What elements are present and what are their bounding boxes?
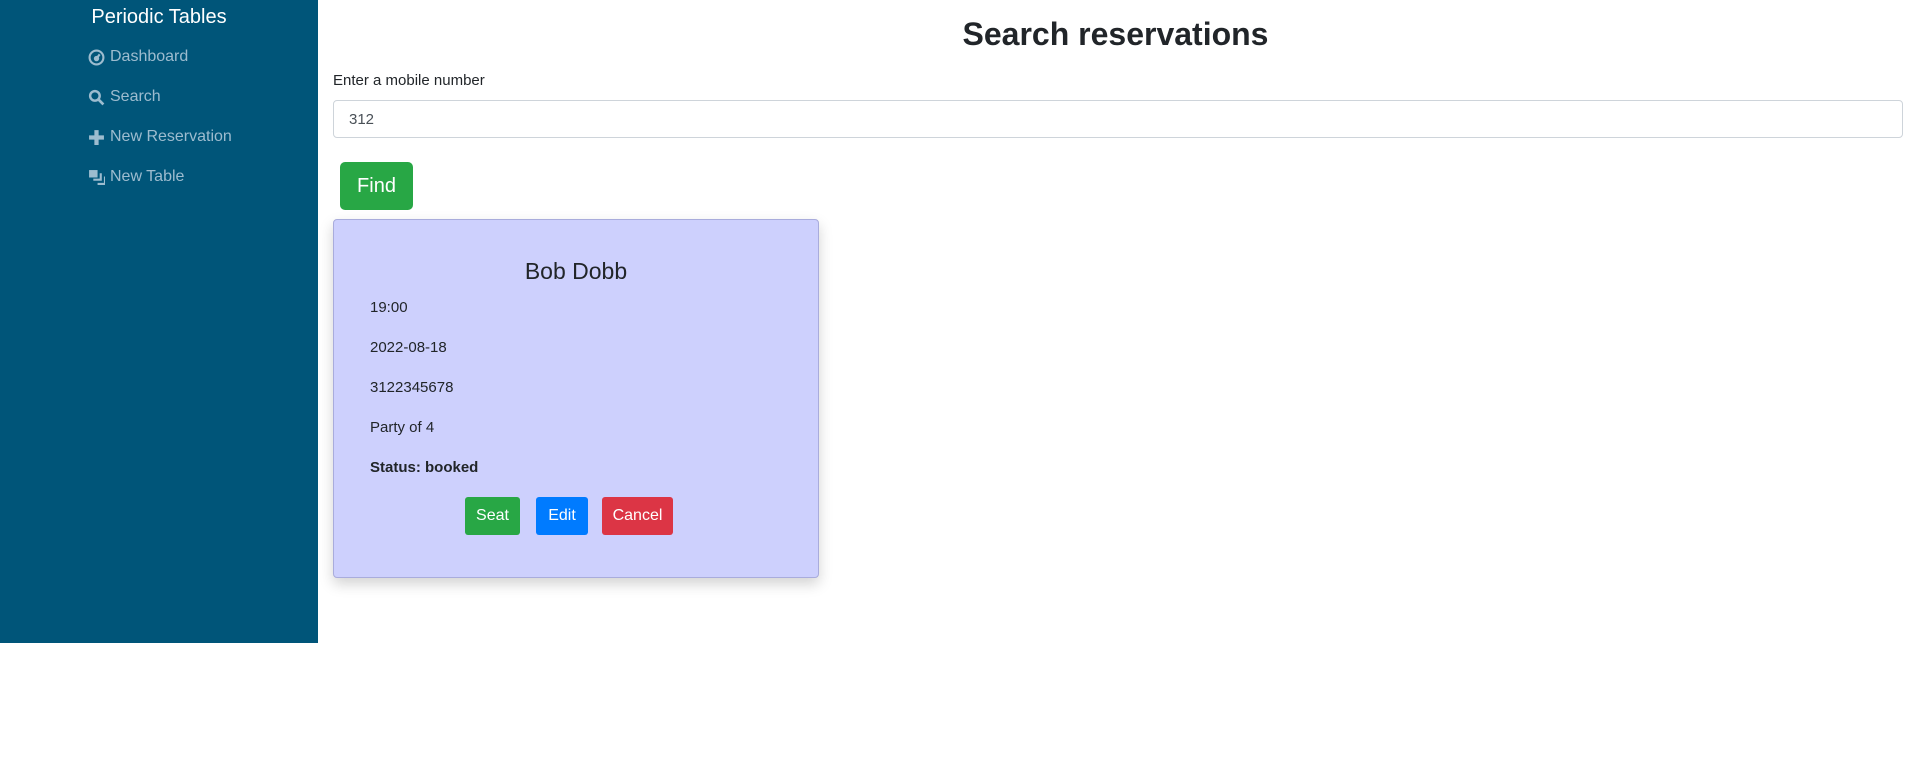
reservation-date: 2022-08-18 — [370, 339, 447, 356]
mobile-number-input[interactable] — [333, 100, 1903, 138]
sidebar: Periodic Tables Dashboard Search New Res… — [0, 0, 318, 643]
reservation-name: Bob Dobb — [524, 258, 628, 284]
cancel-button[interactable]: Cancel — [602, 497, 673, 535]
reservation-time: 19:00 — [370, 299, 408, 316]
sidebar-item-search[interactable]: Search — [88, 88, 161, 106]
reservation-mobile: 3122345678 — [370, 379, 454, 396]
sidebar-item-dashboard[interactable]: Dashboard — [88, 48, 188, 66]
sidebar-item-new-reservation[interactable]: New Reservation — [88, 128, 232, 146]
find-button[interactable]: Find — [340, 162, 413, 210]
plus-icon — [89, 129, 104, 145]
dashboard-icon — [88, 49, 105, 65]
brand-title[interactable]: Periodic Tables — [0, 6, 318, 29]
reservation-party: Party of 4 — [370, 419, 435, 436]
page-title: Search reservations — [962, 16, 1269, 52]
mobile-number-label: Enter a mobile number — [333, 72, 485, 89]
sidebar-item-label: Search — [110, 88, 161, 105]
sidebar-item-label: New Table — [110, 168, 185, 185]
edit-button[interactable]: Edit — [536, 497, 588, 535]
status-badge: Status: booked — [370, 459, 479, 476]
sidebar-item-new-table[interactable]: New Table — [88, 168, 184, 186]
layers-icon — [89, 169, 105, 185]
sidebar-item-label: New Reservation — [110, 128, 232, 145]
sidebar-item-label: Dashboard — [110, 48, 189, 65]
search-icon — [88, 89, 105, 105]
reservation-card: Bob Dobb 19:00 2022-08-18 3122345678 Par… — [333, 219, 819, 578]
seat-button[interactable]: Seat — [465, 497, 520, 535]
